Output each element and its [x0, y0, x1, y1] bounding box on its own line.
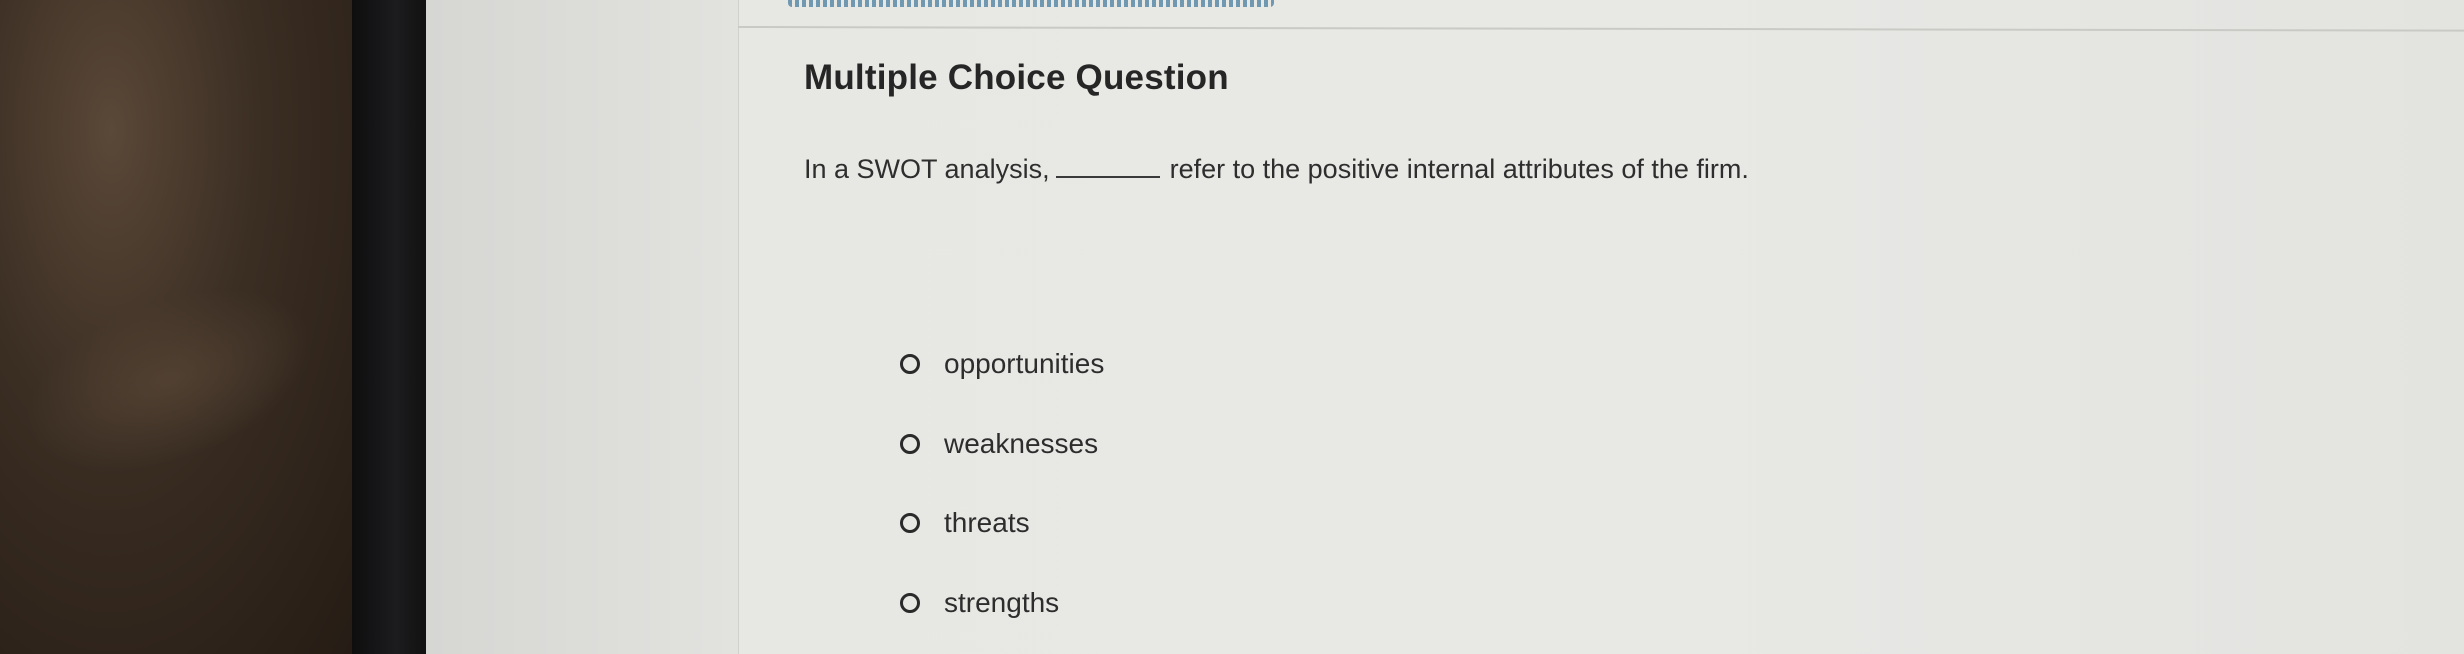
option-label: threats: [944, 507, 1030, 538]
photo-scene: Multiple Choice Question In a SWOT analy…: [0, 0, 2464, 654]
option-label: strengths: [944, 587, 1060, 618]
background-fabric: [0, 0, 370, 654]
question-type-title: Multiple Choice Question: [804, 58, 1229, 97]
header-divider: [737, 26, 2464, 32]
option-strengths[interactable]: strengths: [900, 587, 1059, 619]
option-weaknesses[interactable]: weaknesses: [900, 428, 1098, 460]
option-threats[interactable]: threats: [900, 507, 1030, 539]
screen: Multiple Choice Question In a SWOT analy…: [426, 0, 2464, 654]
left-panel: [426, 0, 739, 654]
prompt-before-blank: In a SWOT analysis,: [804, 154, 1050, 184]
option-opportunities[interactable]: opportunities: [900, 348, 1104, 380]
radio-button[interactable]: [900, 434, 920, 454]
answer-blank: [1055, 154, 1160, 178]
option-label: weaknesses: [944, 428, 1099, 459]
radio-button[interactable]: [900, 513, 920, 533]
radio-button[interactable]: [900, 593, 920, 613]
question-prompt: In a SWOT analysis, refer to the positive…: [804, 154, 1749, 185]
monitor-bezel: [352, 0, 426, 654]
fabric-fold: [1, 253, 339, 507]
radio-button[interactable]: [900, 354, 920, 374]
option-label: opportunities: [944, 348, 1105, 379]
progress-dots: [788, 0, 1274, 7]
prompt-after-blank: refer to the positive internal attribute…: [1169, 154, 1749, 184]
